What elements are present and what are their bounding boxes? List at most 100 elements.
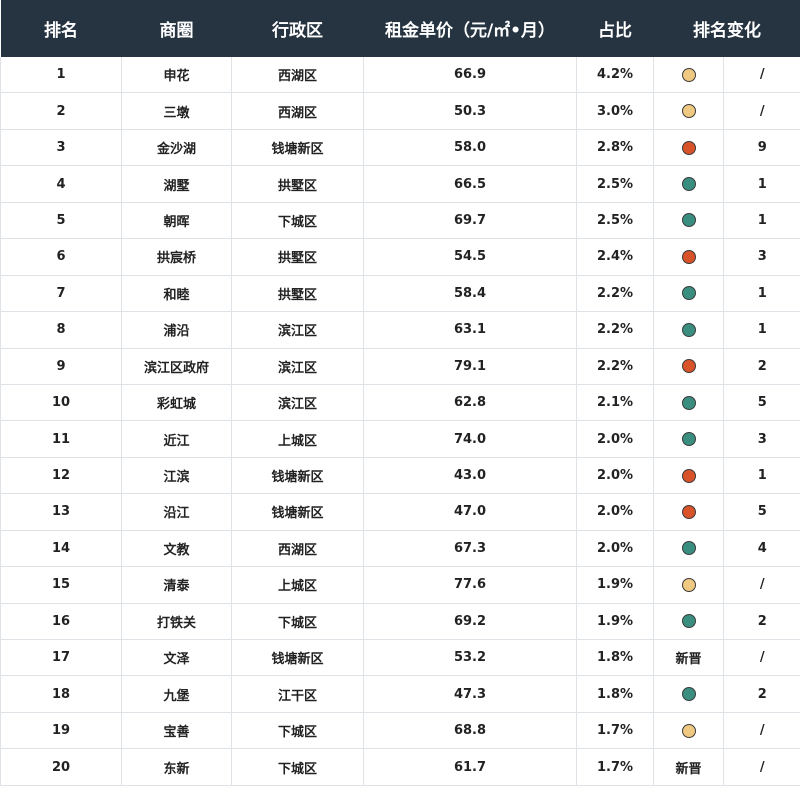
status-cell [653,384,724,422]
rent-cell: 63.1 [363,311,577,349]
area-cell: 拱宸桥 [121,238,232,276]
status-dot-icon [681,432,696,447]
district-cell: 滨江区 [231,384,364,422]
change-cell: 1 [723,311,800,349]
status-cell [653,530,724,568]
status-dot-icon [681,468,696,483]
area-cell: 金沙湖 [121,129,232,167]
rent-cell: 74.0 [363,420,577,458]
rank-cell: 19 [0,712,122,750]
rank-cell: 7 [0,275,122,313]
status-cell [653,493,724,531]
rank-cell: 13 [0,493,122,531]
area-cell: 文泽 [121,639,232,677]
area-cell: 彩虹城 [121,384,232,422]
share-cell: 1.8% [576,675,654,713]
change-cell: 3 [723,238,800,276]
new-entry-label: 新晋 [675,652,702,668]
rank-cell: 8 [0,311,122,349]
area-cell: 文教 [121,530,232,568]
status-dot-icon [681,359,696,374]
district-cell: 拱墅区 [231,238,364,276]
district-cell: 钱塘新区 [231,493,364,531]
status-dot-icon [681,723,696,738]
share-cell: 2.0% [576,457,654,495]
area-cell: 滨江区政府 [121,348,232,385]
rank-cell: 6 [0,238,122,276]
status-dot-icon [681,577,696,592]
change-cell: 2 [723,675,800,713]
status-cell [653,275,724,313]
change-cell: / [723,92,800,130]
rank-cell: 1 [0,57,122,94]
table-row: 5 朝晖 下城区 69.7 2.5% 1 [0,202,800,240]
share-cell: 1.7% [576,712,654,750]
table-row: 18 九堡 江干区 47.3 1.8% 2 [0,675,800,713]
status-dot-icon [681,395,696,410]
status-cell [653,129,724,167]
share-cell: 1.9% [576,603,654,641]
rent-cell: 68.8 [363,712,577,750]
table-row: 2 三墩 西湖区 50.3 3.0% / [0,92,800,130]
status-cell [653,202,724,240]
district-cell: 上城区 [231,420,364,458]
rent-cell: 67.3 [363,530,577,568]
status-cell [653,57,724,94]
status-cell [653,603,724,641]
table-row: 3 金沙湖 钱塘新区 58.0 2.8% 9 [0,129,800,167]
district-cell: 下城区 [231,202,364,240]
table-row: 1 申花 西湖区 66.9 4.2% / [0,57,800,94]
new-entry-label: 新晋 [675,761,702,777]
status-cell [653,712,724,750]
rent-cell: 69.2 [363,603,577,641]
district-cell: 钱塘新区 [231,457,364,495]
table-body: 1 申花 西湖区 66.9 4.2%/2 三墩 西湖区 50.3 3.0%/3 金沙湖 钱塘新区 58… [0,57,800,786]
district-cell: 钱塘新区 [231,129,364,167]
table-row: 17 文泽 钱塘新区 53.2 1.8% 新晋 / [0,639,800,677]
status-cell [653,566,724,604]
status-cell [653,675,724,713]
change-cell: 4 [723,530,800,568]
area-cell: 三墩 [121,92,232,130]
share-cell: 2.0% [576,493,654,531]
change-cell: 1 [723,165,800,203]
change-cell: 3 [723,420,800,458]
share-cell: 2.2% [576,275,654,313]
table-row: 16 打铁关 下城区 69.2 1.9% 2 [0,603,800,641]
rent-cell: 69.7 [363,202,577,240]
header-district: 行政区 [231,0,364,57]
rank-cell: 4 [0,165,122,203]
area-cell: 和睦 [121,275,232,313]
status-dot-icon [681,687,696,702]
change-cell: 1 [723,457,800,495]
area-cell: 近江 [121,420,232,458]
status-cell [653,238,724,276]
district-cell: 下城区 [231,712,364,750]
share-cell: 2.2% [576,348,654,385]
rank-cell: 9 [0,348,122,385]
change-cell: 1 [723,275,800,313]
rent-cell: 77.6 [363,566,577,604]
status-cell: 新晋 [653,748,724,786]
area-cell: 东新 [121,748,232,786]
share-cell: 2.4% [576,238,654,276]
change-cell: 5 [723,384,800,422]
status-dot-icon [681,213,696,228]
header-area: 商圈 [121,0,232,57]
status-cell [653,457,724,495]
status-cell [653,165,724,203]
status-cell: 新晋 [653,639,724,677]
header-rank-change: 排名变化 [653,0,800,57]
district-cell: 滨江区 [231,348,364,385]
district-cell: 下城区 [231,748,364,786]
share-cell: 2.0% [576,530,654,568]
share-cell: 1.7% [576,748,654,786]
table-row: 19 宝善 下城区 68.8 1.7% / [0,712,800,750]
ranking-table: 排名 商圈 行政区 租金单价（元/㎡•月） 占比 排名变化 1 申花 西湖区 66.9… [0,0,800,786]
area-cell: 打铁关 [121,603,232,641]
rent-cell: 53.2 [363,639,577,677]
header-row: 排名 商圈 行政区 租金单价（元/㎡•月） 占比 排名变化 [0,0,800,57]
change-cell: / [723,712,800,750]
change-cell: / [723,566,800,604]
table-row: 14 文教 西湖区 67.3 2.0% 4 [0,530,800,568]
